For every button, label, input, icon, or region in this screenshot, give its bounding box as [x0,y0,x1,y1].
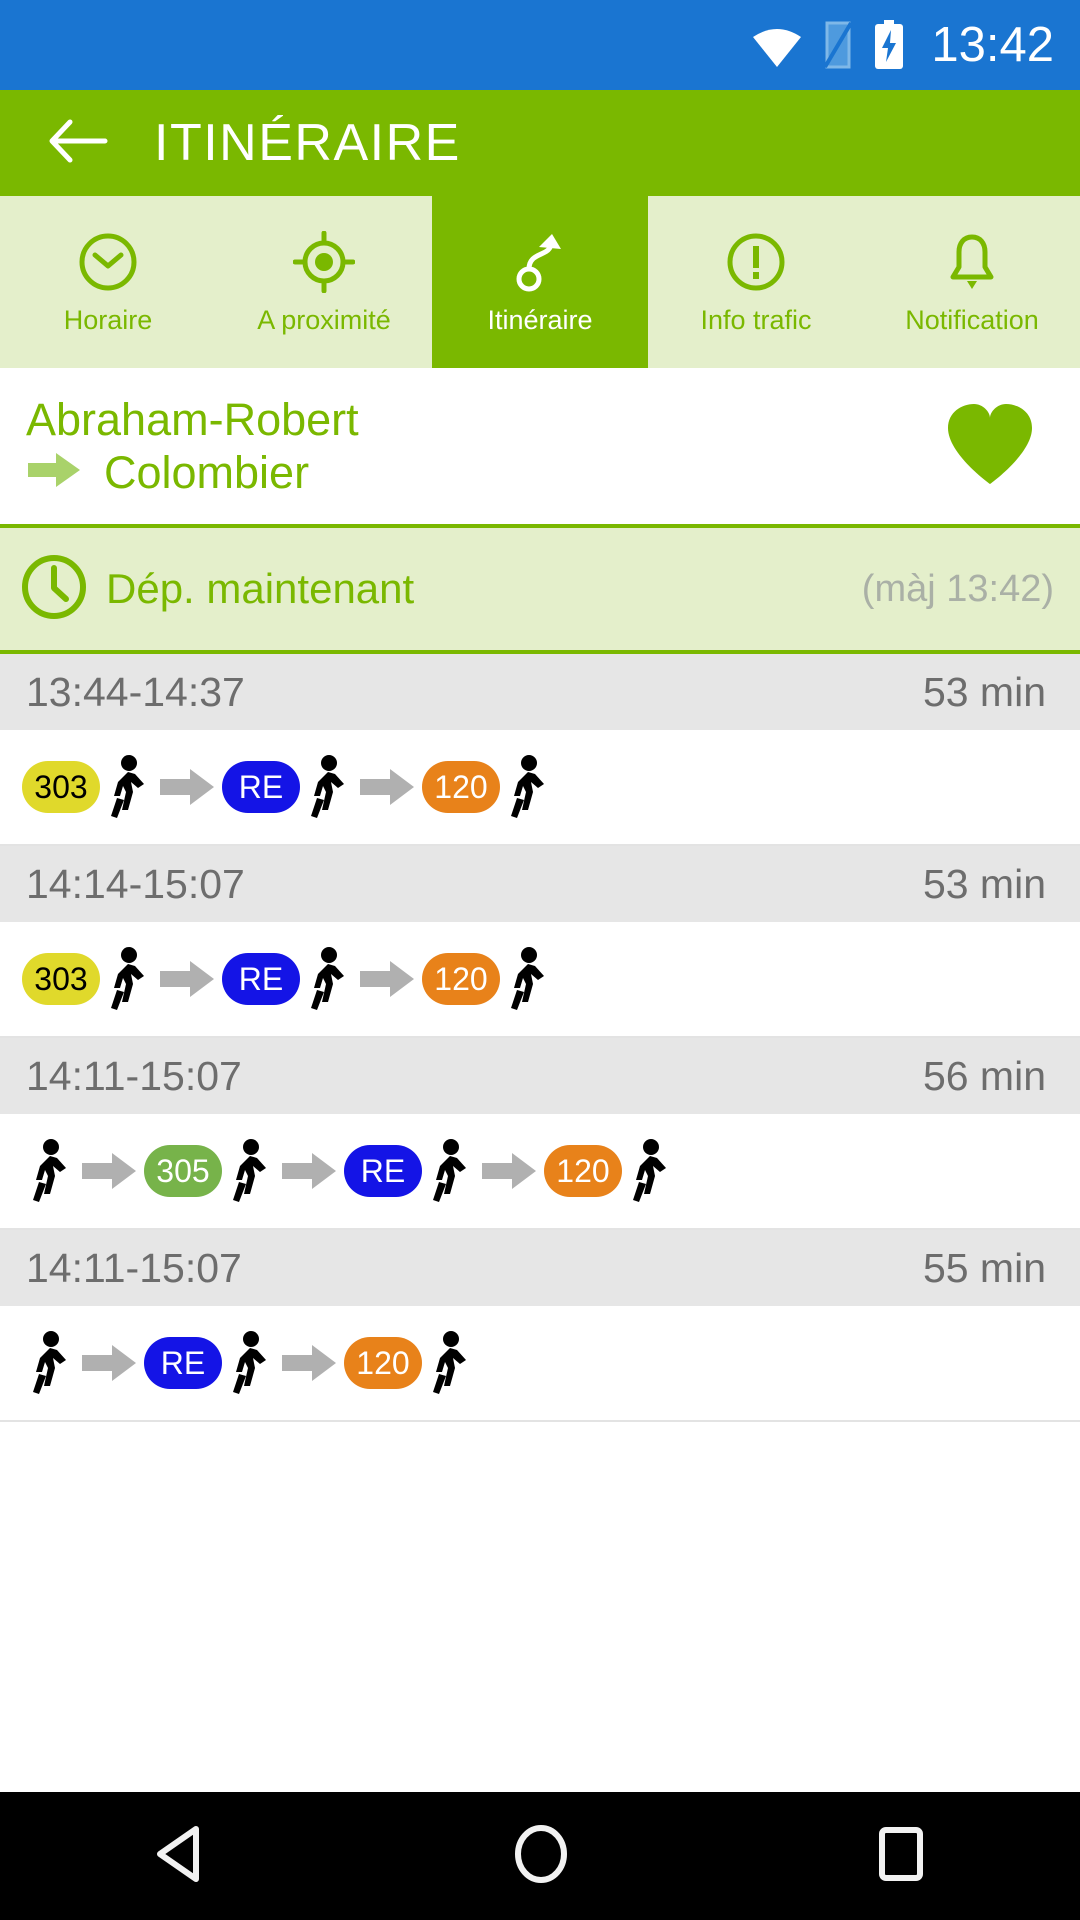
tab-bar: Horaire A proximité Itinéraire Info traf… [0,196,1080,368]
transfer-arrow-icon [80,1343,138,1383]
walking-icon [626,1138,670,1204]
departure-updated: (màj 13:42) [861,567,1054,610]
transfer-arrow-icon [80,1151,138,1191]
journey-list: 13:44-14:37 53 min 303 RE 120 14:14-15:07 53 m… [0,654,1080,1422]
journey-duration: 53 min [922,860,1046,907]
journey-duration: 53 min [922,668,1046,715]
location-icon [293,230,355,293]
walking-icon [504,946,548,1012]
walking-icon [104,754,148,820]
wifi-icon [751,23,803,67]
transfer-arrow-icon [280,1151,338,1191]
walking-icon [426,1330,470,1396]
walking-icon [504,754,548,820]
tab-label-info-trafic: Info trafic [700,304,812,335]
journey-time-range: 14:14-15:07 [26,860,245,907]
transfer-arrow-icon [358,767,416,807]
route-destination: Colombier [104,447,310,498]
back-triangle-icon[interactable] [152,1825,208,1888]
back-arrow-icon[interactable] [48,116,108,171]
walking-icon [304,946,348,1012]
bell-icon [941,231,1003,293]
route-destination-line: Colombier [26,449,359,496]
status-clock: 13:42 [931,18,1054,72]
clock-icon [18,551,90,628]
line-badge: RE [144,1337,222,1389]
walking-icon [26,1330,70,1396]
transfer-arrow-icon [480,1151,538,1191]
journey-header: 14:11-15:07 56 min [0,1038,1080,1114]
walking-icon [26,1138,70,1204]
tab-label-notification: Notification [905,304,1039,335]
line-badge: 303 [22,953,100,1005]
walking-icon [226,1330,270,1396]
walking-icon [226,1138,270,1204]
tab-notification[interactable]: Notification [864,196,1080,368]
journey-time-range: 14:11-15:07 [26,1244,242,1291]
heart-icon[interactable] [944,402,1036,491]
journey-time-range: 14:11-15:07 [26,1052,242,1099]
transfer-arrow-icon [158,767,216,807]
sim-card-icon [821,21,855,69]
journey-header: 14:14-15:07 53 min [0,846,1080,922]
line-badge: 305 [144,1145,222,1197]
route-icon [509,231,571,293]
departure-label: Dép. maintenant [106,565,415,612]
route-origin: Abraham-Robert [26,393,359,445]
journey-header: 13:44-14:37 53 min [0,654,1080,730]
journey-time-range: 13:44-14:37 [26,668,245,715]
battery-charging-icon [873,20,905,70]
tab-label-a-proximite: A proximité [257,304,391,335]
home-circle-icon[interactable] [512,1824,570,1888]
tab-label-horaire: Horaire [63,304,153,335]
journey-row[interactable]: 14:11-15:07 55 min RE 120 [0,1230,1080,1422]
journey-row[interactable]: 14:14-15:07 53 min 303 RE 120 [0,846,1080,1038]
tab-itineraire[interactable]: Itinéraire [432,196,648,368]
journey-legs: 303 RE 120 [0,922,1080,1036]
tab-info-trafic[interactable]: Info trafic [648,196,864,368]
line-badge: 120 [344,1337,422,1389]
recents-square-icon[interactable] [874,1825,928,1888]
line-badge: 120 [544,1145,622,1197]
departure-bar[interactable]: Dép. maintenant (màj 13:42) [0,528,1080,654]
tab-horaire[interactable]: Horaire [0,196,216,368]
line-badge: RE [222,761,300,813]
page-title: ITINÉRAIRE [154,114,461,172]
journey-duration: 56 min [922,1052,1046,1099]
clock-icon [77,231,139,293]
arrow-right-icon [26,451,82,494]
journey-header: 14:11-15:07 55 min [0,1230,1080,1306]
line-badge: 120 [422,761,500,813]
line-badge: RE [222,953,300,1005]
journey-legs: RE 120 [0,1306,1080,1420]
status-bar: 13:42 [0,0,1080,90]
app-bar: ITINÉRAIRE [0,90,1080,196]
android-nav-bar [0,1792,1080,1920]
transfer-arrow-icon [280,1343,338,1383]
journey-duration: 55 min [922,1244,1046,1291]
departure-left: Dép. maintenant [18,551,414,628]
walking-icon [304,754,348,820]
journey-legs: 305 RE 120 [0,1114,1080,1228]
tab-a-proximite[interactable]: A proximité [216,196,432,368]
line-badge: 120 [422,953,500,1005]
line-badge: 303 [22,761,100,813]
warning-icon [725,231,787,293]
journey-legs: 303 RE 120 [0,730,1080,844]
walking-icon [104,946,148,1012]
walking-icon [426,1138,470,1204]
transfer-arrow-icon [158,959,216,999]
journey-row[interactable]: 13:44-14:37 53 min 303 RE 120 [0,654,1080,846]
route-header[interactable]: Abraham-Robert Colombier [0,368,1080,528]
journey-row[interactable]: 14:11-15:07 56 min 305 RE 120 [0,1038,1080,1230]
transfer-arrow-icon [358,959,416,999]
route-endpoints: Abraham-Robert Colombier [26,393,359,496]
tab-label-itineraire: Itinéraire [487,304,593,335]
line-badge: RE [344,1145,422,1197]
